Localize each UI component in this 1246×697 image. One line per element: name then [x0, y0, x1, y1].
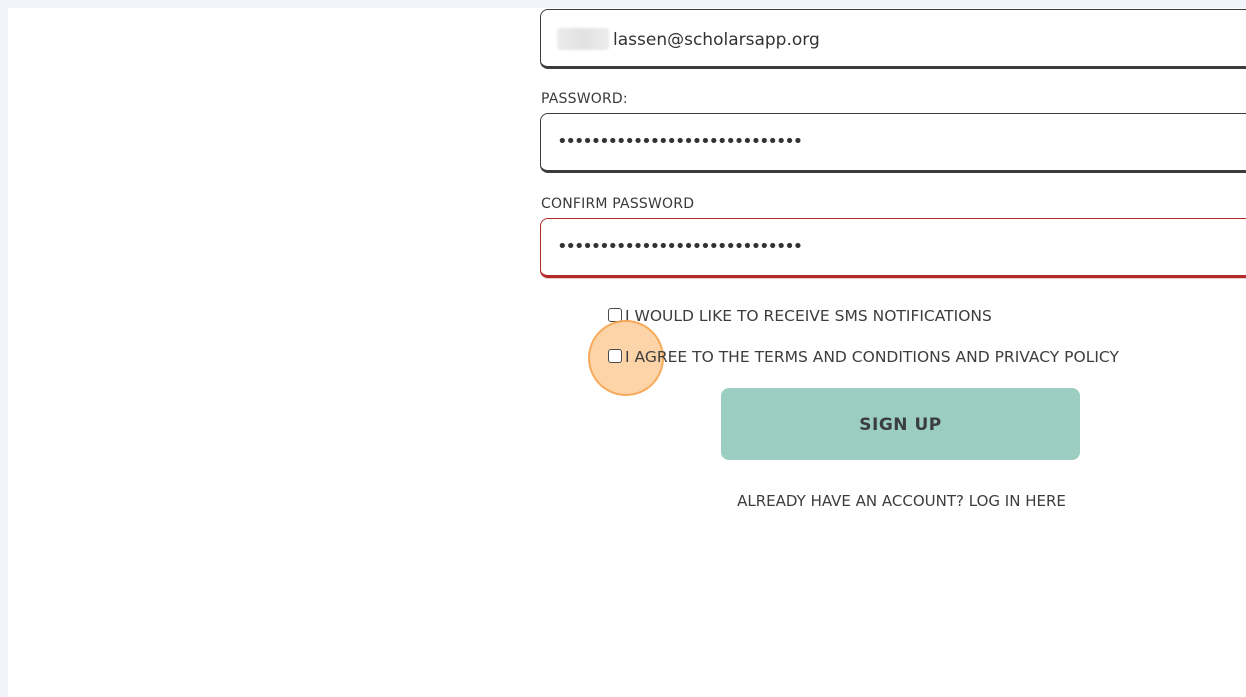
redacted-text: [557, 27, 609, 50]
sms-notifications-option[interactable]: I WOULD LIKE TO RECEIVE SMS NOTIFICATION…: [608, 306, 992, 326]
password-label: PASSWORD:: [541, 91, 628, 107]
sms-notifications-label: I WOULD LIKE TO RECEIVE SMS NOTIFICATION…: [625, 307, 992, 325]
terms-agreement-checkbox[interactable]: [608, 348, 622, 363]
sms-notifications-checkbox[interactable]: [608, 307, 622, 322]
password-masked-value: •••••••••••••••••••••••••••••: [557, 131, 803, 152]
confirm-password-label: CONFIRM PASSWORD: [541, 196, 695, 212]
terms-agreement-option[interactable]: I AGREE TO THE TERMS AND CONDITIONS AND …: [608, 347, 1119, 367]
signup-form: lassen@scholarsapp.org PASSWORD: •••••••…: [540, 8, 1246, 697]
password-field[interactable]: •••••••••••••••••••••••••••••: [540, 113, 1246, 173]
sign-up-button[interactable]: SIGN UP: [721, 388, 1080, 460]
confirm-password-field[interactable]: •••••••••••••••••••••••••••••: [540, 218, 1246, 278]
email-field[interactable]: lassen@scholarsapp.org: [540, 9, 1246, 69]
email-text: lassen@scholarsapp.org: [613, 30, 820, 50]
terms-agreement-label: I AGREE TO THE TERMS AND CONDITIONS AND …: [625, 348, 1119, 366]
email-value: lassen@scholarsapp.org: [557, 10, 820, 70]
page: lassen@scholarsapp.org PASSWORD: •••••••…: [8, 8, 1246, 697]
confirm-password-masked-value: •••••••••••••••••••••••••••••: [557, 236, 803, 257]
login-link[interactable]: ALREADY HAVE AN ACCOUNT? LOG IN HERE: [705, 492, 1098, 510]
